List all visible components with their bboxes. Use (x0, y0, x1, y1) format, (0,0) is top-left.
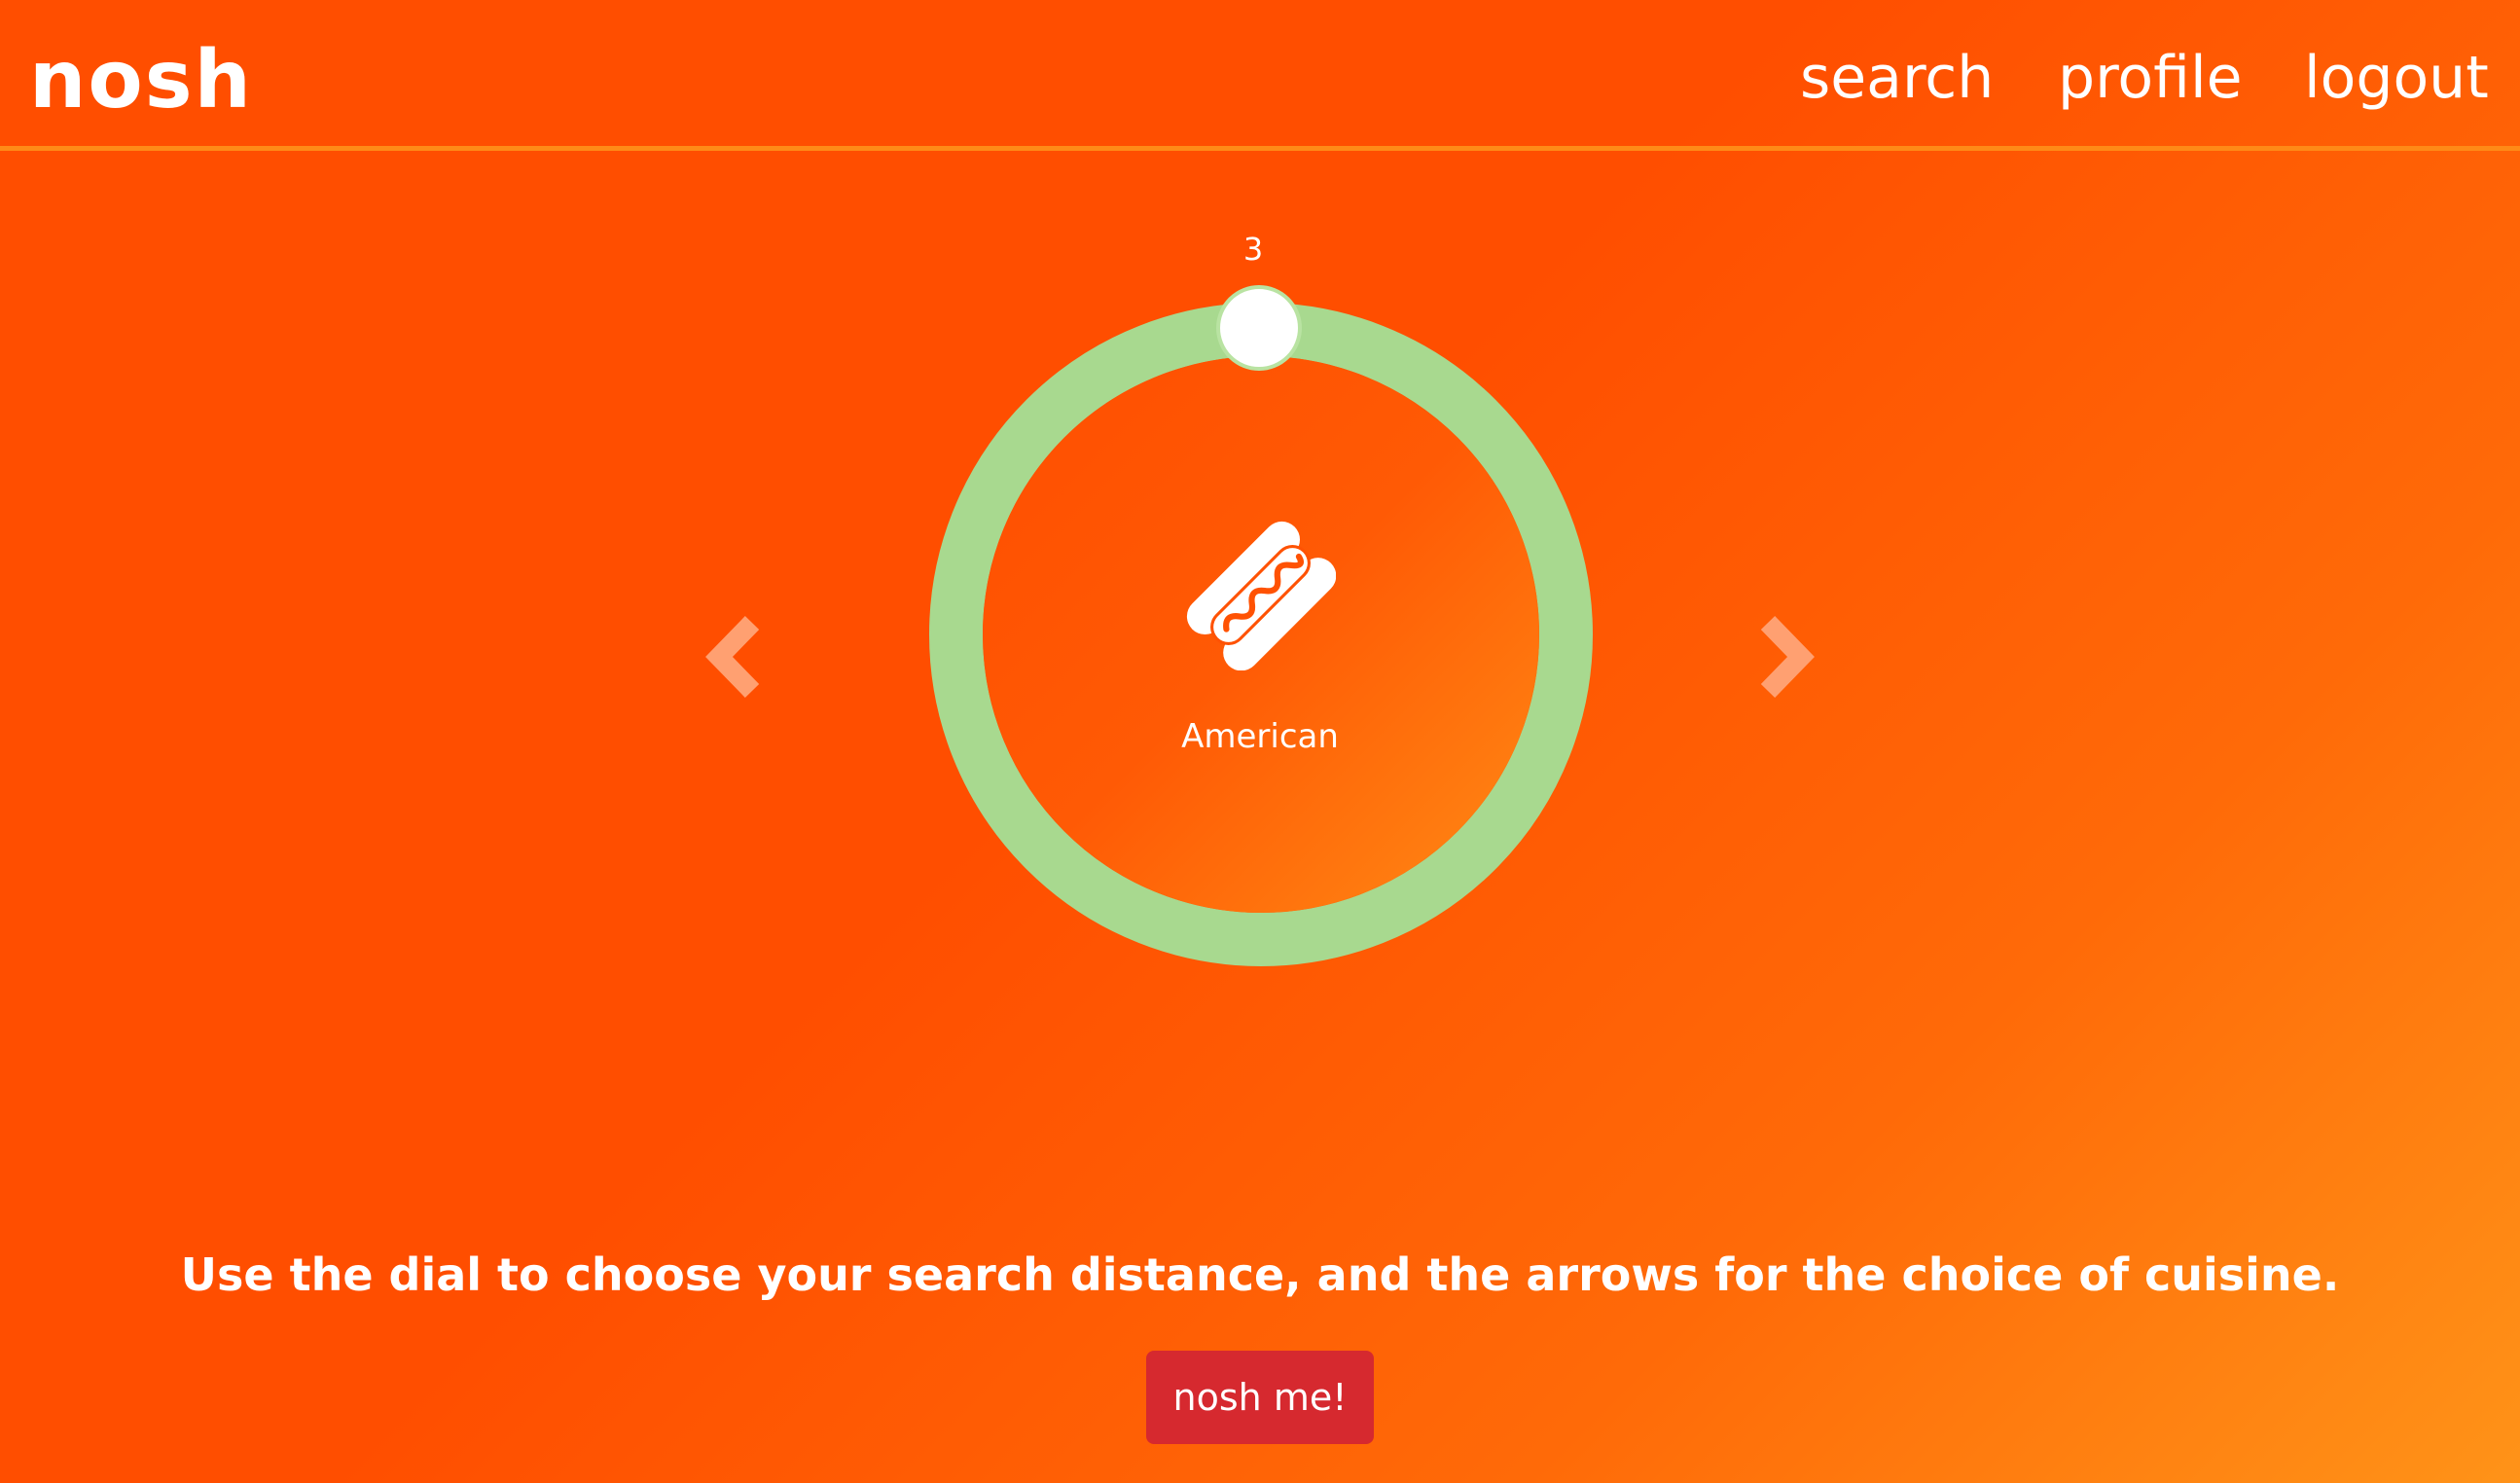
search-dial-area: 3 American (0, 0, 2520, 1070)
chevron-left-icon[interactable] (703, 613, 772, 701)
cuisine-label: American (1181, 717, 1339, 756)
nosh-me-button[interactable]: nosh me! (1146, 1351, 1374, 1444)
chevron-right-icon[interactable] (1748, 613, 1817, 701)
instructions-text: Use the dial to choose your search dista… (180, 1248, 2340, 1301)
hotdog-icon (1186, 521, 1336, 670)
dial-handle[interactable] (1216, 285, 1302, 371)
distance-value: 3 (1242, 231, 1264, 268)
